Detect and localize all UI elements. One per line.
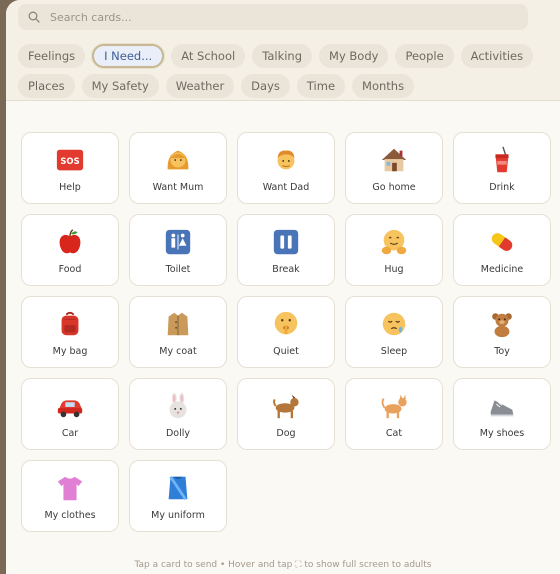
sos-icon: SOS bbox=[54, 144, 86, 176]
tab-i-need[interactable]: I Need... bbox=[92, 44, 165, 68]
card-label: My coat bbox=[159, 345, 197, 357]
card-label: Toy bbox=[494, 345, 510, 357]
search-bar[interactable] bbox=[18, 4, 528, 30]
card-car[interactable]: Car bbox=[21, 378, 119, 450]
tab-my-safety[interactable]: My Safety bbox=[81, 74, 159, 98]
card-my-coat[interactable]: My coat bbox=[129, 296, 227, 368]
coat-icon bbox=[162, 308, 194, 340]
card-label: My bag bbox=[52, 345, 88, 357]
card-label: Want Mum bbox=[152, 181, 204, 193]
card-label: Drink bbox=[489, 181, 515, 193]
card-label: My shoes bbox=[479, 427, 525, 439]
sleepy-face-icon bbox=[378, 308, 410, 340]
card-label: Want Dad bbox=[262, 181, 310, 193]
card-label: Car bbox=[61, 427, 79, 439]
card-want-mum[interactable]: Want Mum bbox=[129, 132, 227, 204]
card-label: Cat bbox=[385, 427, 403, 439]
tab-at-school[interactable]: At School bbox=[171, 44, 246, 68]
card-dolly[interactable]: Dolly bbox=[129, 378, 227, 450]
card-label: Dolly bbox=[165, 427, 191, 439]
card-medicine[interactable]: Medicine bbox=[453, 214, 551, 286]
pause-icon bbox=[270, 226, 302, 258]
card-label: Sleep bbox=[380, 345, 408, 357]
card-my-bag[interactable]: My bag bbox=[21, 296, 119, 368]
card-label: Food bbox=[58, 263, 82, 275]
card-cat[interactable]: Cat bbox=[345, 378, 443, 450]
card-hug[interactable]: Hug bbox=[345, 214, 443, 286]
card-label: Hug bbox=[384, 263, 404, 275]
search-input[interactable] bbox=[48, 9, 472, 25]
card-label: My clothes bbox=[44, 509, 96, 521]
card-label: Quiet bbox=[273, 345, 299, 357]
restroom-icon bbox=[162, 226, 194, 258]
card-toy[interactable]: Toy bbox=[453, 296, 551, 368]
tab-my-body[interactable]: My Body bbox=[319, 44, 389, 68]
tab-weather[interactable]: Weather bbox=[165, 74, 235, 98]
card-my-shoes[interactable]: My shoes bbox=[453, 378, 551, 450]
tab-places[interactable]: Places bbox=[18, 74, 75, 98]
house-icon bbox=[378, 144, 410, 176]
card-food[interactable]: Food bbox=[21, 214, 119, 286]
dog-icon bbox=[270, 390, 302, 422]
man-icon bbox=[270, 144, 302, 176]
card-break[interactable]: Break bbox=[237, 214, 335, 286]
card-panel: FeelingsI Need...At SchoolTalkingMy Body… bbox=[6, 0, 560, 574]
card-label: Dog bbox=[276, 427, 296, 439]
card-my-clothes[interactable]: My clothes bbox=[21, 460, 119, 532]
tab-people[interactable]: People bbox=[395, 44, 454, 68]
card-dog[interactable]: Dog bbox=[237, 378, 335, 450]
cat-icon bbox=[378, 390, 410, 422]
footer-hint: Tap a card to send • Hover and tap ⛶ to … bbox=[134, 560, 432, 570]
rabbit-icon bbox=[162, 390, 194, 422]
tab-time[interactable]: Time bbox=[296, 74, 346, 98]
card-sleep[interactable]: Sleep bbox=[345, 296, 443, 368]
tab-activities[interactable]: Activities bbox=[460, 44, 534, 68]
shushing-face-icon bbox=[270, 308, 302, 340]
card-go-home[interactable]: Go home bbox=[345, 132, 443, 204]
tab-months[interactable]: Months bbox=[352, 74, 415, 98]
tab-talking[interactable]: Talking bbox=[252, 44, 313, 68]
pill-icon bbox=[486, 226, 518, 258]
backpack-icon bbox=[54, 308, 86, 340]
card-label: Break bbox=[272, 263, 300, 275]
svg-text:SOS: SOS bbox=[60, 155, 79, 165]
teddy-bear-icon bbox=[486, 308, 518, 340]
car-icon bbox=[54, 390, 86, 422]
search-icon bbox=[28, 11, 40, 23]
card-drink[interactable]: Drink bbox=[453, 132, 551, 204]
category-tabs: Feelings I Need... At School Talking My Body… bbox=[18, 44, 538, 98]
card-grid: SOS Help Want Mum Want Dad Go home Drink Food T… bbox=[6, 101, 560, 532]
toolbar: FeelingsI Need...At SchoolTalkingMy Body… bbox=[6, 0, 560, 101]
t-shirt-icon bbox=[54, 472, 86, 504]
card-toilet[interactable]: Toilet bbox=[129, 214, 227, 286]
card-my-uniform[interactable]: My uniform bbox=[129, 460, 227, 532]
woman-icon bbox=[162, 144, 194, 176]
sneaker-icon bbox=[486, 390, 518, 422]
card-label: Toilet bbox=[165, 263, 191, 275]
card-label: Medicine bbox=[480, 263, 524, 275]
tab-feelings[interactable]: Feelings bbox=[18, 44, 86, 68]
card-help[interactable]: SOS Help bbox=[21, 132, 119, 204]
card-label: My uniform bbox=[151, 509, 205, 521]
uniform-icon bbox=[162, 472, 194, 504]
card-label: Go home bbox=[372, 181, 416, 193]
card-quiet[interactable]: Quiet bbox=[237, 296, 335, 368]
apple-icon bbox=[54, 226, 86, 258]
cup-with-straw-icon bbox=[486, 144, 518, 176]
tab-days[interactable]: Days bbox=[241, 74, 290, 98]
card-want-dad[interactable]: Want Dad bbox=[237, 132, 335, 204]
hugging-face-icon bbox=[378, 226, 410, 258]
card-label: Help bbox=[59, 181, 81, 193]
